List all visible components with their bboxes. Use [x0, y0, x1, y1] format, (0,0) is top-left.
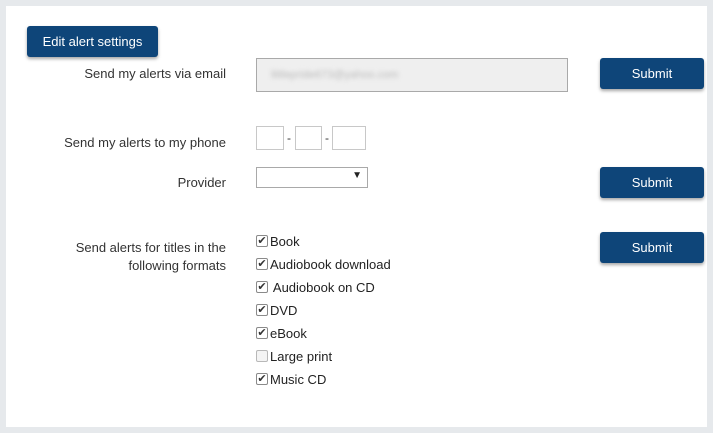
email-value: littlepride673@yahoo.com — [271, 69, 399, 81]
checkbox-audiobook-on-cd[interactable]: ✔ — [256, 281, 268, 293]
email-label: Send my alerts via email — [84, 66, 226, 81]
format-label-audiobook-on-cd: Audiobook on CD — [270, 279, 375, 295]
checkbox-ebook[interactable]: ✔ — [256, 327, 268, 339]
phone-area-code-input[interactable] — [256, 126, 284, 150]
format-option-audiobook-on-cd: ✔ Audiobook on CD — [256, 278, 375, 296]
email-field[interactable]: littlepride673@yahoo.com — [256, 58, 568, 92]
format-option-music-cd: ✔ Music CD — [256, 370, 326, 388]
dropdown-arrow-icon: ▼ — [352, 170, 362, 181]
provider-label: Provider — [177, 175, 226, 190]
phone-separator: - — [287, 131, 291, 145]
format-label-ebook: eBook — [270, 325, 307, 341]
format-label-audiobook-download: Audiobook download — [270, 256, 391, 272]
phone-submit-button[interactable]: Submit — [600, 167, 704, 198]
checkbox-music-cd[interactable]: ✔ — [256, 373, 268, 385]
checkbox-audiobook-download[interactable]: ✔ — [256, 258, 268, 270]
formats-label-line2: following formats — [128, 258, 226, 273]
provider-select[interactable]: ▼ — [256, 167, 368, 188]
format-option-ebook: ✔ eBook — [256, 324, 307, 342]
checkbox-dvd[interactable]: ✔ — [256, 304, 268, 316]
edit-alert-settings-button[interactable]: Edit alert settings — [27, 26, 158, 57]
format-label-book: Book — [270, 233, 300, 249]
format-option-large-print: Large print — [256, 347, 332, 365]
phone-separator: - — [325, 131, 329, 145]
formats-submit-button[interactable]: Submit — [600, 232, 704, 263]
format-option-book: ✔ Book — [256, 232, 300, 250]
format-label-music-cd: Music CD — [270, 371, 327, 387]
format-label-large-print: Large print — [270, 348, 333, 364]
checkbox-large-print[interactable] — [256, 350, 268, 362]
formats-label: Send alerts for titles in the following … — [20, 239, 226, 275]
phone-line-number-input[interactable] — [332, 126, 366, 150]
format-option-audiobook-download: ✔ Audiobook download — [256, 255, 391, 273]
format-option-dvd: ✔ DVD — [256, 301, 297, 319]
phone-prefix-input[interactable] — [295, 126, 322, 150]
formats-label-line1: Send alerts for titles in the — [75, 240, 226, 255]
checkbox-book[interactable]: ✔ — [256, 235, 268, 247]
phone-label: Send my alerts to my phone — [64, 135, 226, 150]
format-label-dvd: DVD — [270, 302, 298, 318]
email-submit-button[interactable]: Submit — [600, 58, 704, 89]
